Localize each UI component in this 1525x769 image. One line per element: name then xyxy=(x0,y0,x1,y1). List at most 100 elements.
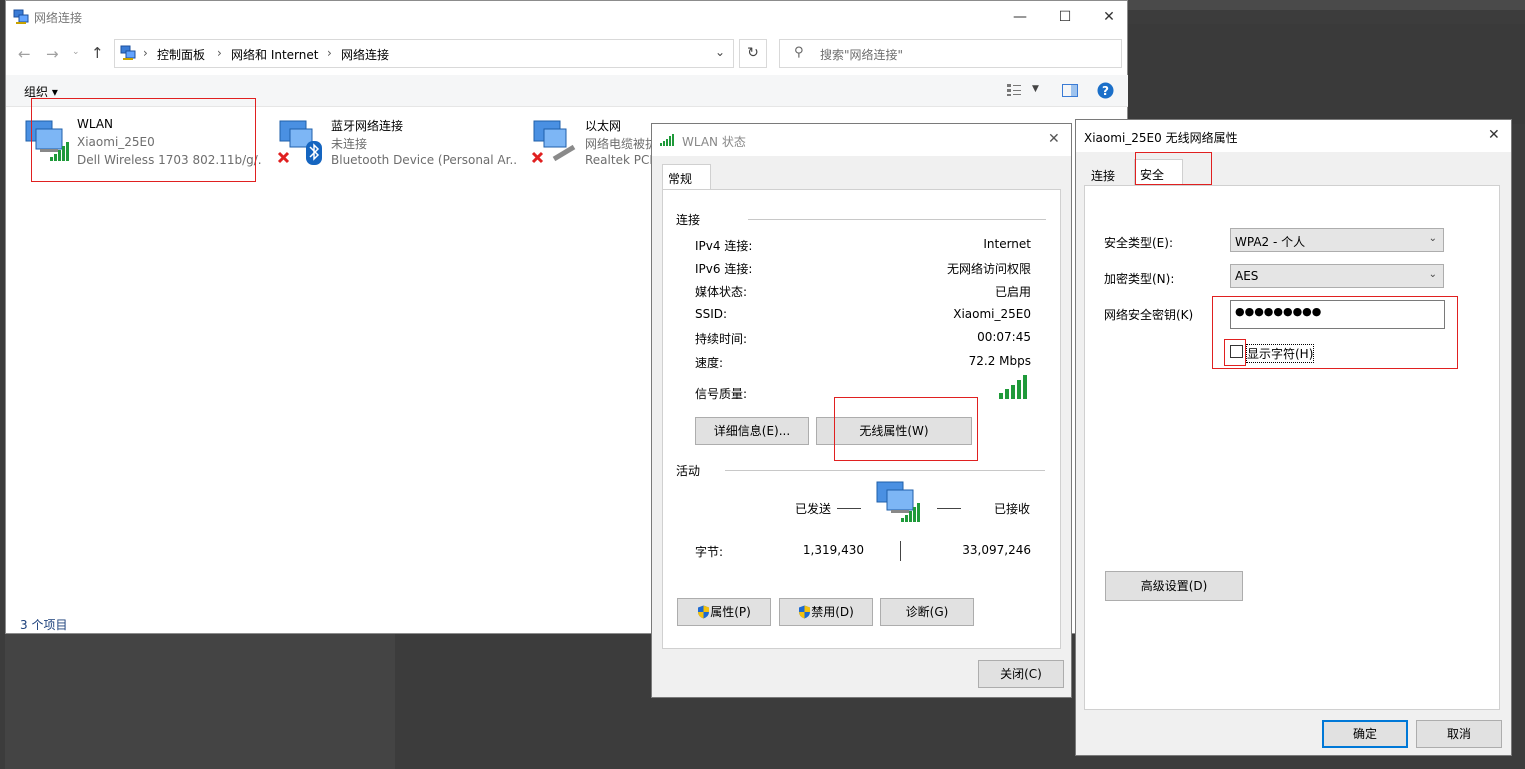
tab-connection[interactable]: 连接 xyxy=(1084,162,1134,185)
window-title: 网络连接 xyxy=(34,11,83,25)
security-type-select[interactable]: WPA2 - 个人 ⌄ xyxy=(1230,228,1444,252)
recent-chevron-icon[interactable]: ⌄ xyxy=(72,47,80,57)
encryption-type-label: 加密类型(N): xyxy=(1104,272,1175,286)
dialog-titlebar: Xiaomi_25E0 无线网络属性 ✕ xyxy=(1076,120,1511,152)
tab-general[interactable]: 常规 xyxy=(662,164,711,190)
preview-pane-icon[interactable] xyxy=(1062,84,1078,97)
disable-button[interactable]: 禁用(D) xyxy=(779,598,873,626)
close-button[interactable]: ✕ xyxy=(1086,1,1132,33)
properties-button[interactable]: 属性(P) xyxy=(677,598,771,626)
breadcrumb-separator: › xyxy=(327,46,332,60)
cancel-button[interactable]: 取消 xyxy=(1416,720,1502,748)
network-folder-icon xyxy=(13,9,29,24)
section-activity-label: 活动 xyxy=(676,464,701,478)
shield-icon xyxy=(698,605,710,619)
properties-label: 属性(P) xyxy=(710,605,751,619)
back-arrow-icon[interactable]: ← xyxy=(18,45,31,63)
ipv6-label: IPv6 连接: xyxy=(695,262,753,276)
dialog-title: Xiaomi_25E0 无线网络属性 xyxy=(1084,131,1238,145)
tab-label: 常规 xyxy=(668,172,693,186)
ethernet-adapter-icon xyxy=(531,120,576,164)
signal-bars-icon xyxy=(660,134,674,146)
close-button[interactable]: 关闭(C) xyxy=(978,660,1064,688)
signal-strength-icon xyxy=(999,375,1027,399)
breadcrumb-separator: › xyxy=(217,46,222,60)
ssid-label: SSID: xyxy=(695,307,728,321)
sent-line xyxy=(837,508,861,509)
network-item-name: 以太网 xyxy=(585,119,622,133)
view-dropdown-icon[interactable]: ▼ xyxy=(1032,84,1039,94)
dialog-titlebar: WLAN 状态 ✕ xyxy=(652,124,1071,156)
sent-label: 已发送 xyxy=(795,502,832,516)
media-state-value: 已启用 xyxy=(994,285,1031,299)
close-icon[interactable]: ✕ xyxy=(1048,131,1060,147)
help-icon[interactable]: ? xyxy=(1097,82,1114,99)
tab-label: 连接 xyxy=(1091,169,1116,183)
minimize-button[interactable]: — xyxy=(997,1,1043,33)
bytes-received-value: 33,097,246 xyxy=(962,543,1031,557)
close-icon[interactable]: ✕ xyxy=(1488,127,1500,143)
network-computers-icon xyxy=(876,481,920,522)
refresh-button[interactable]: ↻ xyxy=(739,39,767,68)
network-item-device: Bluetooth Device (Personal Ar... xyxy=(331,153,516,167)
dialog-title: WLAN 状态 xyxy=(682,135,746,149)
bytes-label: 字节: xyxy=(695,545,724,559)
view-options-icon[interactable] xyxy=(1006,83,1022,97)
address-bar[interactable]: › 控制面板 › 网络和 Internet › 网络连接 ⌄ xyxy=(114,39,734,68)
wireless-properties-dialog: Xiaomi_25E0 无线网络属性 ✕ 连接 安全 安全类型(E): WPA2… xyxy=(1075,119,1512,756)
media-state-label: 媒体状态: xyxy=(695,285,748,299)
ok-button[interactable]: 确定 xyxy=(1322,720,1408,748)
network-item-device: Realtek PCIe xyxy=(585,153,653,167)
signal-quality-label: 信号质量: xyxy=(695,387,748,401)
maximize-button[interactable]: ☐ xyxy=(1042,1,1088,33)
advanced-settings-button[interactable]: 高级设置(D) xyxy=(1105,571,1243,601)
ipv6-value: 无网络访问权限 xyxy=(946,262,1031,276)
search-box[interactable]: ⚲ 搜索"网络连接" xyxy=(779,39,1122,68)
encryption-type-value: AES xyxy=(1235,269,1259,283)
chevron-down-icon: ⌄ xyxy=(1428,233,1437,244)
section-divider xyxy=(748,219,1046,220)
highlight-box-wlan xyxy=(31,98,256,182)
highlight-box-wireless-properties xyxy=(834,397,978,461)
details-button[interactable]: 详细信息(E)... xyxy=(695,417,809,445)
breadcrumb-control-panel[interactable]: 控制面板 xyxy=(157,46,205,63)
search-icon: ⚲ xyxy=(794,45,804,60)
section-divider xyxy=(725,470,1045,471)
search-input[interactable]: 搜索"网络连接" xyxy=(820,46,903,63)
network-item-status: 未连接 xyxy=(331,137,368,151)
security-type-label: 安全类型(E): xyxy=(1104,236,1173,250)
speed-value: 72.2 Mbps xyxy=(968,354,1031,368)
duration-value: 00:07:45 xyxy=(977,330,1031,344)
shield-icon xyxy=(799,605,811,619)
received-line xyxy=(937,508,961,509)
speed-label: 速度: xyxy=(695,356,724,370)
highlight-box-show-characters xyxy=(1224,339,1246,366)
explorer-titlebar: 网络连接 — ☐ ✕ xyxy=(6,1,1128,33)
diagnose-button[interactable]: 诊断(G) xyxy=(880,598,974,626)
breadcrumb-separator: › xyxy=(143,46,148,60)
network-item-name: 蓝牙网络连接 xyxy=(331,119,404,133)
disable-label: 禁用(D) xyxy=(811,605,854,619)
ipv4-label: IPv4 连接: xyxy=(695,239,753,253)
bytes-divider xyxy=(900,541,901,561)
breadcrumb-network-internet[interactable]: 网络和 Internet xyxy=(231,46,318,63)
ipv4-value: Internet xyxy=(983,237,1031,251)
network-key-label: 网络安全密钥(K) xyxy=(1104,308,1194,322)
encryption-type-select[interactable]: AES ⌄ xyxy=(1230,264,1444,288)
up-arrow-icon[interactable]: ↑ xyxy=(91,44,104,62)
highlight-box-security-tab xyxy=(1135,152,1212,185)
status-bar-count: 3 个项目 xyxy=(20,618,68,632)
chevron-down-icon: ⌄ xyxy=(1428,269,1437,280)
ssid-value: Xiaomi_25E0 xyxy=(953,307,1031,321)
bluetooth-adapter-icon xyxy=(277,120,322,165)
duration-label: 持续时间: xyxy=(695,332,748,346)
forward-arrow-icon[interactable]: → xyxy=(46,45,59,63)
organize-label: 组织 xyxy=(24,85,49,99)
security-type-value: WPA2 - 个人 xyxy=(1235,235,1306,249)
highlight-box-network-key xyxy=(1212,296,1458,369)
section-connection-label: 连接 xyxy=(676,213,701,227)
control-panel-icon xyxy=(120,45,136,60)
breadcrumb-network-connections[interactable]: 网络连接 xyxy=(341,46,389,63)
address-dropdown-icon[interactable]: ⌄ xyxy=(715,45,725,59)
bytes-sent-value: 1,319,430 xyxy=(802,543,864,557)
